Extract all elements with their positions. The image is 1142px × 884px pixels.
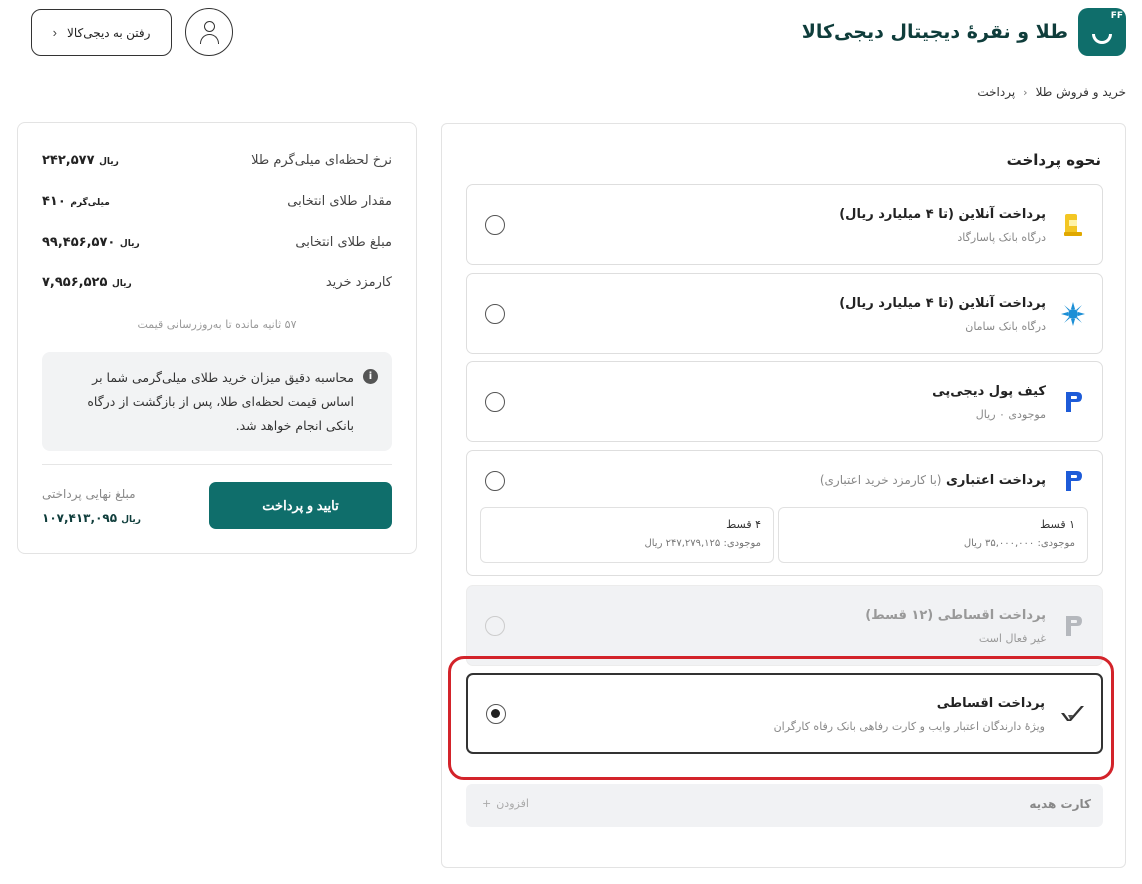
payment-option-radio[interactable]: [485, 215, 505, 235]
payment-option-radio-selected[interactable]: [486, 704, 506, 724]
summary-row-value: ۲۴۲,۵۷۷ ریال: [42, 153, 119, 168]
installment-balance: موجودی: ۲۴۷,۲۷۹,۱۲۵ ریال: [644, 538, 761, 549]
summary-row-price: مبلغ طلای انتخابی ۹۹,۴۵۶,۵۷۰ ریال: [42, 233, 392, 253]
payment-method-title: نحوه پرداخت: [1006, 151, 1101, 169]
summary-row-label: مبلغ طلای انتخابی: [295, 235, 392, 250]
installment-option-4[interactable]: ۴ قسط موجودی: ۲۴۷,۲۷۹,۱۲۵ ریال: [480, 507, 774, 563]
payment-option-subtitle: موجودی ۰ ریال: [975, 408, 1046, 421]
gift-card-row[interactable]: کارت هدیه افزودن +: [466, 784, 1103, 827]
installment-label: ۴ قسط: [726, 518, 761, 531]
summary-row-fee: کارمزد خرید ۷,۹۵۶,۵۲۵ ریال: [42, 273, 392, 293]
gift-card-label: کارت هدیه: [1029, 797, 1091, 811]
brand[interactable]: FF طلا و نقرۀ دیجیتال دیجی‌کالا: [802, 8, 1126, 56]
goto-digikala-button[interactable]: رفتن به دیجی‌کالا ‹: [31, 9, 172, 56]
user-icon: [204, 21, 215, 32]
payment-option-saman[interactable]: پرداخت آنلاین (تا ۴ میلیارد ریال) درگاه …: [466, 273, 1103, 354]
chevron-left-icon: ‹: [1023, 85, 1028, 99]
installment-balance: موجودی: ۳۵,۰۰۰,۰۰۰ ریال: [963, 538, 1075, 549]
brand-badge: FF: [1110, 11, 1123, 21]
gift-card-add-button[interactable]: افزودن +: [482, 797, 529, 810]
summary-row-value: ۷,۹۵۶,۵۲۵ ریال: [42, 275, 132, 290]
payment-option-radio[interactable]: [485, 392, 505, 412]
summary-row-value: ۴۱۰ میلی‌گرم: [42, 194, 110, 209]
installment-option-1[interactable]: ۱ قسط موجودی: ۳۵,۰۰۰,۰۰۰ ریال: [778, 507, 1088, 563]
price-update-timer: ۵۷ ثانیه مانده تا به‌روزرسانی قیمت: [137, 318, 297, 331]
payment-option-radio[interactable]: [485, 471, 505, 491]
payment-option-radio[interactable]: [485, 304, 505, 324]
payment-option-title: پرداخت اقساطی: [936, 696, 1045, 711]
payment-option-title: کیف پول دیجی‌پی: [932, 384, 1046, 399]
info-text: محاسبه دقیق میزان خرید طلای میلی‌گرمی شم…: [87, 370, 354, 433]
pasargad-bank-icon: [1064, 214, 1082, 236]
payment-method-panel: نحوه پرداخت پرداخت آنلاین (تا ۴ میلیارد …: [441, 123, 1126, 868]
payment-option-radio: [485, 616, 505, 636]
brand-title: طلا و نقرۀ دیجیتال دیجی‌کالا: [801, 21, 1068, 43]
digikala-logo-icon: FF: [1078, 8, 1126, 56]
plus-icon: +: [482, 797, 492, 810]
chevron-left-icon: ‹: [52, 25, 57, 40]
vibe-icon: [1061, 706, 1084, 721]
summary-row-label: کارمزد خرید: [325, 275, 392, 290]
final-amount-value: ۱۰۷,۴۱۳,۰۹۵ ریال: [42, 511, 141, 525]
payment-option-title: پرداخت اعتباری (با کارمزد خرید اعتباری): [819, 473, 1046, 488]
digipay-icon: [1066, 392, 1082, 412]
summary-row-rate: نرخ لحظه‌ای میلی‌گرم طلا ۲۴۲,۵۷۷ ریال: [42, 151, 392, 171]
summary-row-label: نرخ لحظه‌ای میلی‌گرم طلا: [251, 153, 392, 168]
digipay-icon: [1066, 616, 1082, 636]
summary-row-label: مقدار طلای انتخابی: [287, 194, 392, 209]
saman-bank-icon: [1061, 302, 1085, 326]
goto-digikala-label: رفتن به دیجی‌کالا: [66, 25, 151, 40]
summary-row-value: ۹۹,۴۵۶,۵۷۰ ریال: [42, 235, 140, 250]
payment-option-credit[interactable]: پرداخت اعتباری (با کارمزد خرید اعتباری) …: [466, 450, 1103, 576]
breadcrumb: خرید و فروش طلا ‹ پرداخت: [977, 85, 1126, 99]
confirm-and-pay-button[interactable]: تایید و پرداخت: [209, 482, 392, 529]
payment-option-vibe-installment[interactable]: پرداخت اقساطی ویژۀ دارندگان اعتبار وایب …: [466, 673, 1103, 754]
order-summary-panel: نرخ لحظه‌ای میلی‌گرم طلا ۲۴۲,۵۷۷ ریال مق…: [17, 122, 417, 554]
final-amount-label: مبلغ نهایی پرداختی: [42, 487, 136, 501]
digipay-icon: [1066, 471, 1082, 491]
payment-option-digipay-wallet[interactable]: کیف پول دیجی‌پی موجودی ۰ ریال: [466, 361, 1103, 442]
payment-option-installment-12: پرداخت اقساطی (۱۲ قسط) غیر فعال است: [466, 585, 1103, 666]
user-profile-button[interactable]: [185, 8, 233, 56]
summary-row-amount: مقدار طلای انتخابی ۴۱۰ میلی‌گرم: [42, 192, 392, 212]
payment-option-subtitle: غیر فعال است: [978, 632, 1046, 645]
payment-option-title: پرداخت آنلاین (تا ۴ میلیارد ریال): [839, 207, 1046, 222]
gift-card-add-label: افزودن: [496, 797, 529, 810]
payment-option-subtitle: درگاه بانک پاسارگاد: [957, 231, 1046, 244]
payment-option-subtitle: ویژۀ دارندگان اعتبار وایب و کارت رفاهی ب…: [773, 720, 1045, 733]
breadcrumb-item-payment: پرداخت: [977, 85, 1016, 99]
payment-option-title: پرداخت آنلاین (تا ۴ میلیارد ریال): [839, 296, 1046, 311]
breadcrumb-item-gold-trade[interactable]: خرید و فروش طلا: [1036, 85, 1126, 99]
payment-option-title: پرداخت اقساطی (۱۲ قسط): [865, 608, 1046, 623]
installment-label: ۱ قسط: [1040, 518, 1075, 531]
payment-option-subtitle: درگاه بانک سامان: [965, 320, 1046, 333]
divider: [42, 464, 392, 465]
info-icon: i: [363, 369, 378, 384]
info-notice: i محاسبه دقیق میزان خرید طلای میلی‌گرمی …: [42, 352, 392, 451]
payment-option-pasargad[interactable]: پرداخت آنلاین (تا ۴ میلیارد ریال) درگاه …: [466, 184, 1103, 265]
payment-option-note: (با کارمزد خرید اعتباری): [819, 473, 942, 487]
